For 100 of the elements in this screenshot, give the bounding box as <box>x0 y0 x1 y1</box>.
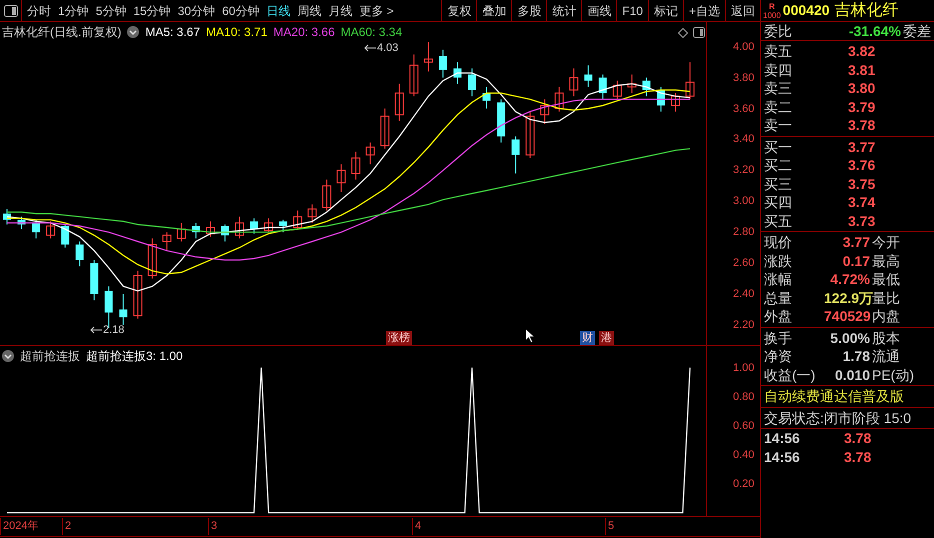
indicator-legend: 超前抢连扳3: 1.00 <box>86 347 183 365</box>
leader-line <box>90 326 102 334</box>
toolbar-button[interactable]: 返回 <box>725 0 760 21</box>
stat-label: 股本 <box>872 328 900 347</box>
period-tab[interactable]: 月线 <box>328 2 352 20</box>
order-level-label: 卖一 <box>764 116 793 134</box>
price-axis-label: 3.40 <box>733 133 754 146</box>
date-axis-label: 2024年 <box>0 518 62 535</box>
rising-candle <box>336 164 346 192</box>
panel-toggle-icon[interactable] <box>4 4 18 16</box>
stat-value: 5.00% <box>829 328 870 347</box>
period-tab[interactable]: 15分钟 <box>133 2 171 20</box>
trade-price: 3.78 <box>844 448 872 466</box>
level-badge-number: 1000 <box>763 10 781 20</box>
rising-candle <box>148 238 157 280</box>
rising-candle <box>206 220 215 238</box>
diamond-icon[interactable] <box>678 28 688 38</box>
rising-candle <box>133 270 142 320</box>
period-tab[interactable]: 5分钟 <box>96 2 126 20</box>
order-level-label: 买二 <box>764 156 793 174</box>
period-tab[interactable]: 1分钟 <box>58 2 89 20</box>
order-price: 3.76 <box>848 156 876 174</box>
price-axis-label: 3.20 <box>733 164 754 176</box>
toolbar-button[interactable]: 标记 <box>648 0 683 21</box>
rising-candle <box>162 232 172 252</box>
order-level-label: 买一 <box>764 138 793 156</box>
stat-label: 最高 <box>872 252 900 270</box>
toolbar-button[interactable]: 多股 <box>511 0 546 21</box>
stat-value: 740529 <box>824 307 870 326</box>
falling-candle <box>512 136 520 174</box>
price-axis-label: 2.60 <box>733 257 754 270</box>
falling-candle <box>584 64 592 88</box>
date-axis-label: 4 <box>412 518 605 535</box>
indicator-axis-label: 0.80 <box>733 390 754 403</box>
order-price: 3.77 <box>848 138 876 156</box>
dropdown-icon[interactable] <box>2 350 14 362</box>
period-tab[interactable]: 周线 <box>297 2 322 20</box>
leader-line <box>364 44 376 52</box>
toolbar-button[interactable]: 画线 <box>581 0 616 21</box>
falling-candle <box>482 86 491 110</box>
event-badge[interactable]: 涨榜 <box>386 331 412 345</box>
falling-candle <box>497 98 506 144</box>
period-tab[interactable]: 更多 > <box>359 2 394 20</box>
indicator-axis-label: 0.20 <box>733 478 754 490</box>
mouse-pointer-icon <box>525 328 536 344</box>
toolbar-button[interactable]: 统计 <box>546 0 582 21</box>
order-price: 3.81 <box>848 60 876 79</box>
toolbar-button[interactable]: +自选 <box>682 0 725 21</box>
event-badge[interactable]: 港 <box>599 331 614 345</box>
falling-candle <box>250 218 258 234</box>
price-axis-label: 4.00 <box>733 40 754 53</box>
edition-banner[interactable]: 自动续费通达信普及版 <box>761 386 934 408</box>
stat-label: 收益(一) <box>764 366 816 384</box>
dropdown-icon[interactable] <box>127 26 140 38</box>
event-badge[interactable]: 财 <box>580 331 595 345</box>
stat-label: 现价 <box>764 233 793 252</box>
period-tab[interactable]: 分时 <box>27 2 51 20</box>
falling-candle <box>192 222 200 239</box>
period-tab[interactable]: 30分钟 <box>178 2 216 20</box>
order-price: 3.79 <box>848 98 876 116</box>
rising-candle <box>366 142 375 165</box>
date-axis-label: 3 <box>208 518 412 535</box>
stat-label: 内盘 <box>872 307 900 326</box>
order-price: 3.73 <box>848 212 876 230</box>
order-level-label: 买五 <box>764 212 793 230</box>
falling-candle <box>279 219 288 233</box>
order-level-label: 卖二 <box>764 98 793 116</box>
rising-candle <box>612 80 622 100</box>
period-tab[interactable]: 60分钟 <box>222 2 260 20</box>
falling-candle <box>61 224 70 248</box>
order-price: 3.74 <box>848 193 876 212</box>
order-level-label: 买四 <box>764 193 793 212</box>
rising-candle <box>308 204 317 224</box>
indicator-name: 超前抢连扳 <box>20 348 80 365</box>
stat-label: 最低 <box>872 270 900 288</box>
ma-legend: MA60: 3.34 <box>340 23 402 41</box>
stat-value: 3.77 <box>842 233 870 252</box>
rising-candle <box>554 86 564 112</box>
falling-candle <box>32 219 40 239</box>
stock-name: 吉林化纤 <box>834 0 899 20</box>
period-tab[interactable]: 日线 <box>266 2 290 20</box>
indicator-axis-label: 0.60 <box>733 420 754 432</box>
rising-candle <box>394 83 404 122</box>
falling-candle <box>119 294 128 326</box>
panel-toggle-icon[interactable] <box>693 27 705 38</box>
stat-value: 0.010 <box>834 366 870 384</box>
toolbar-button[interactable]: 复权 <box>441 0 476 21</box>
stock-code: 000420 <box>782 1 830 20</box>
falling-candle <box>598 74 607 100</box>
order-price: 3.82 <box>848 42 876 60</box>
indicator-axis-label: 1.00 <box>733 362 754 374</box>
high-price-label: 4.03 <box>377 41 398 56</box>
price-axis-label: 2.20 <box>733 318 754 331</box>
stat-label: 涨跌 <box>764 252 793 270</box>
rising-candle <box>293 210 302 230</box>
order-level-label: 卖四 <box>764 60 793 79</box>
falling-candle <box>656 86 665 112</box>
stat-value: 1.78 <box>842 347 870 366</box>
toolbar-button[interactable]: 叠加 <box>476 0 512 21</box>
toolbar-button[interactable]: F10 <box>616 0 648 21</box>
